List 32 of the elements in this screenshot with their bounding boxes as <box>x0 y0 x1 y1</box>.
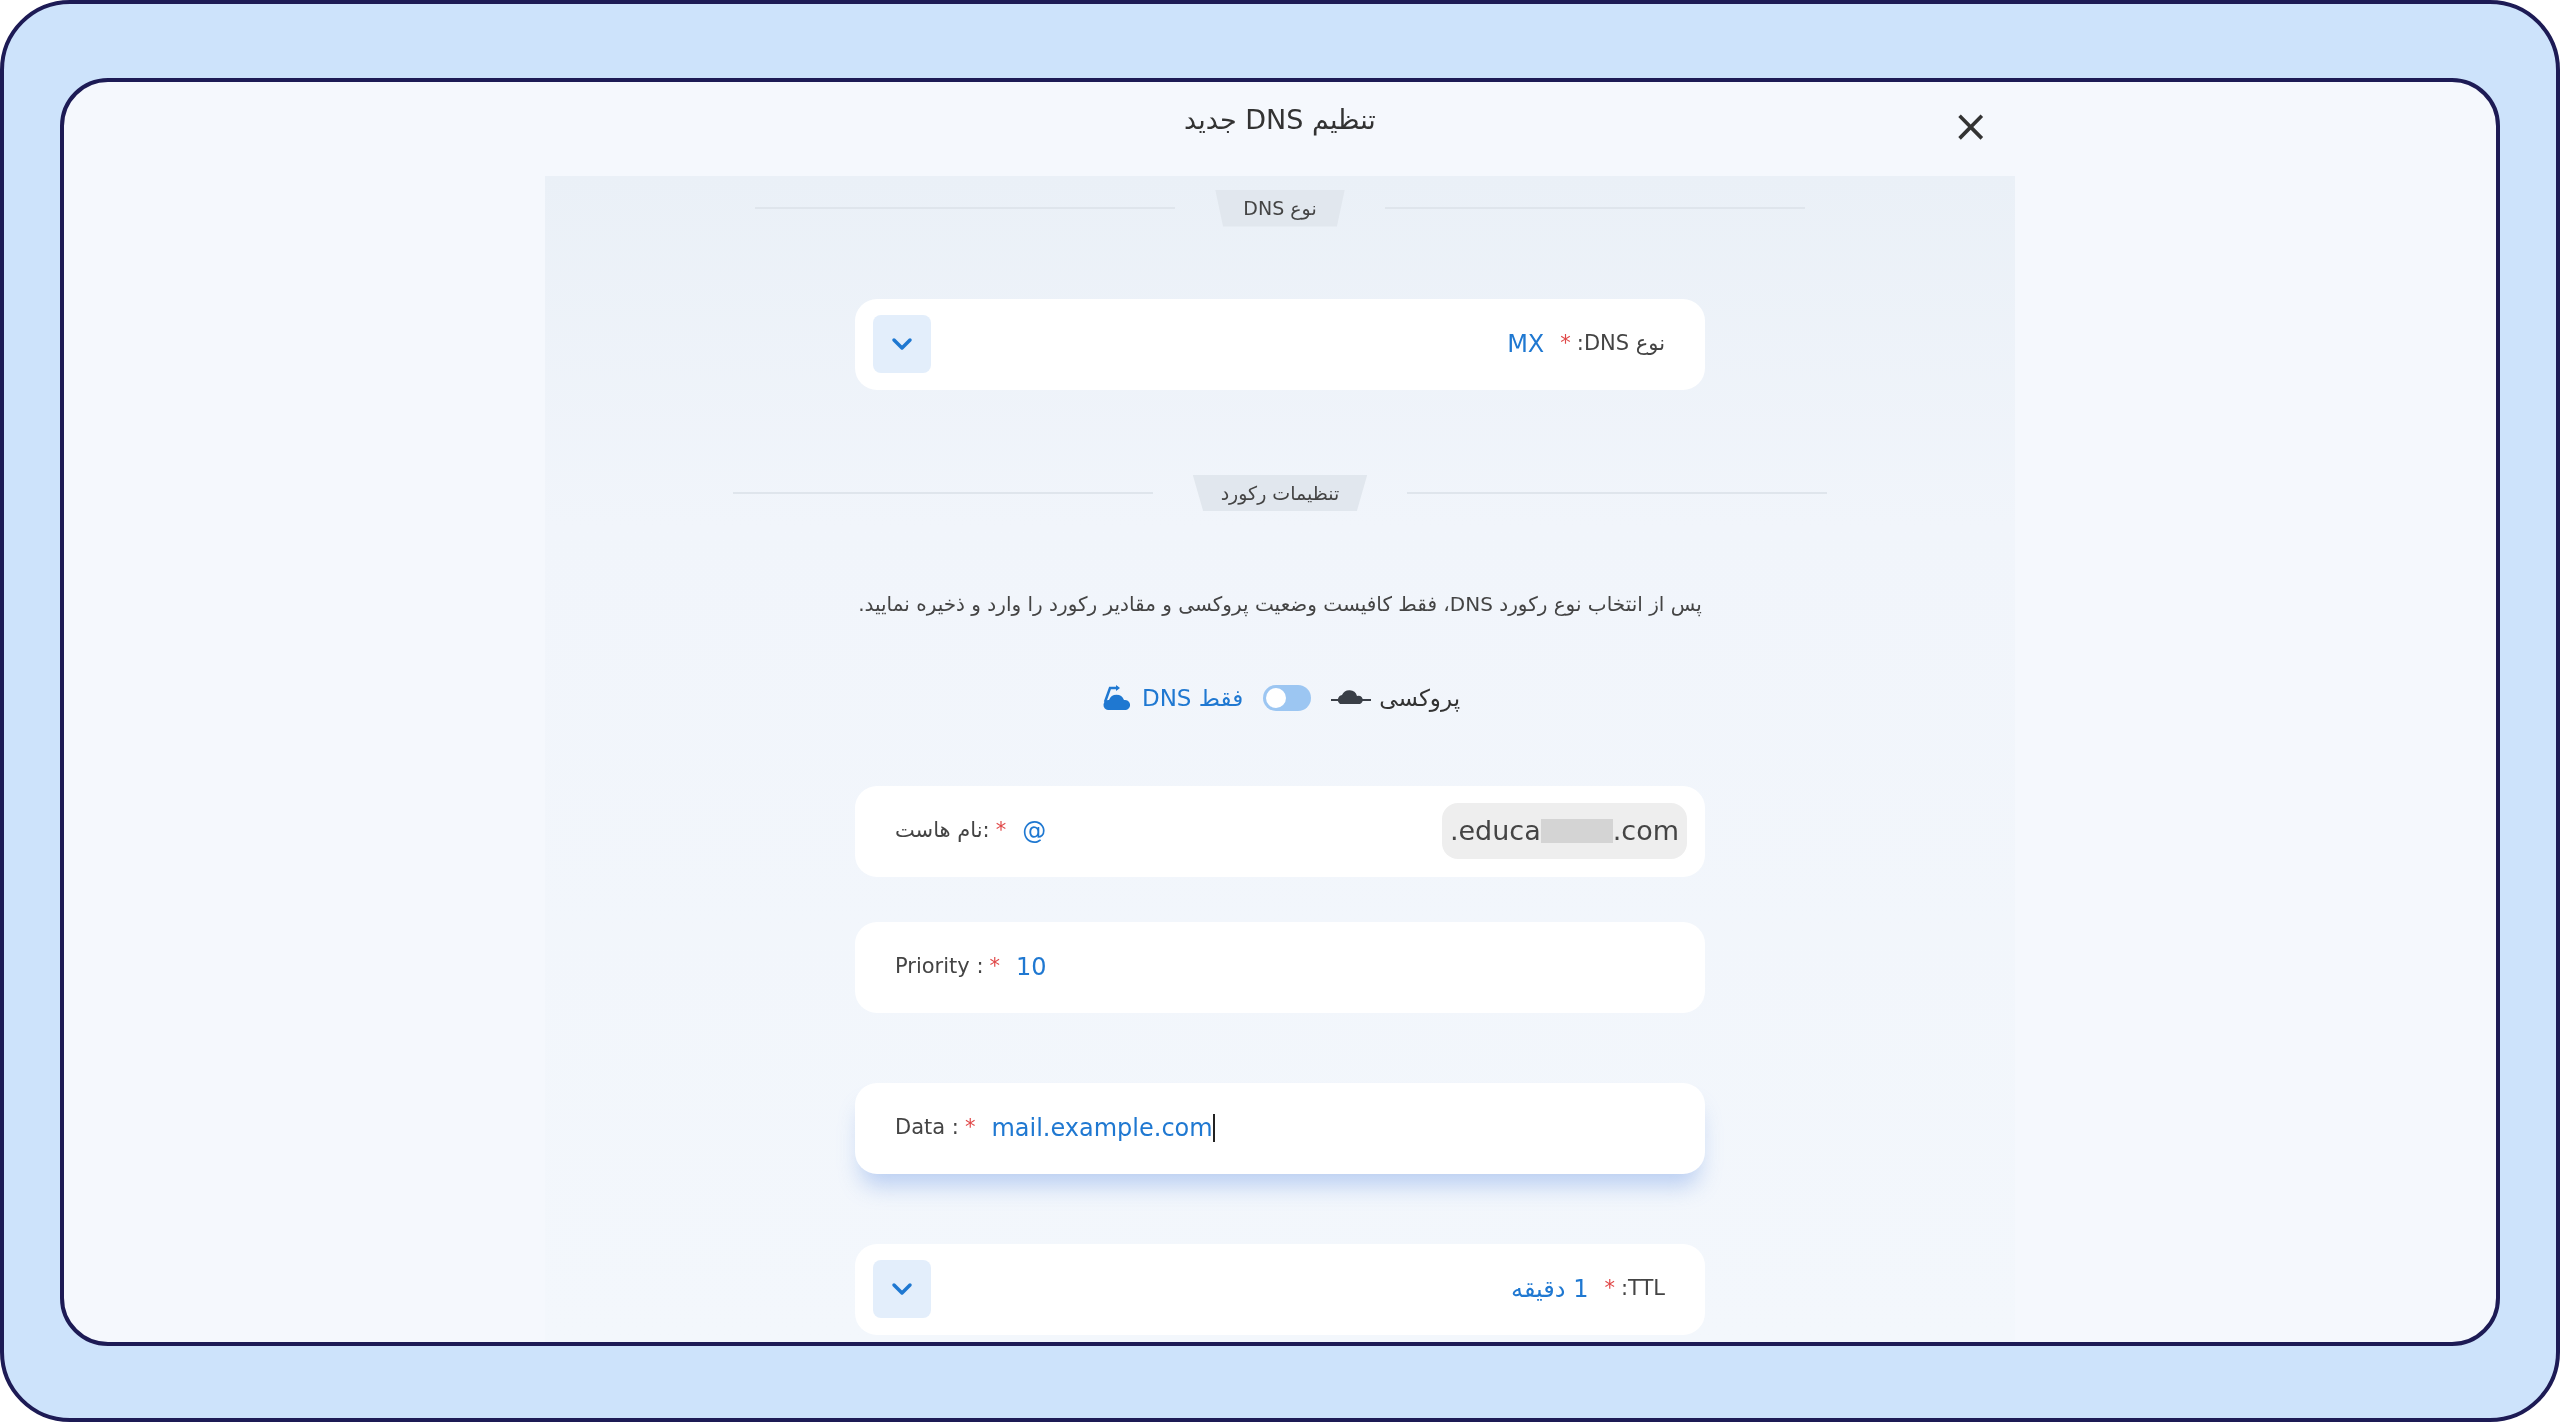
section-heading: تنظیمات رکورد <box>1192 474 1368 511</box>
toggle-switch[interactable] <box>1263 685 1312 712</box>
required-mark: * <box>1604 1275 1615 1303</box>
mode-label[interactable]: پروکسی <box>1379 681 1461 716</box>
required-mark: * <box>964 1114 976 1142</box>
required-mark: * <box>989 953 1000 981</box>
field-value: 10 <box>1016 952 1047 983</box>
dropdown-toggle[interactable] <box>873 315 931 373</box>
text-cursor <box>1212 1114 1215 1142</box>
form-field[interactable]: Data : * mail.example.com <box>855 1082 1705 1174</box>
chevron-down-icon <box>891 1282 913 1296</box>
required-mark: * <box>1560 330 1571 358</box>
required-mark: * <box>995 817 1007 845</box>
section-heading: نوع DNS <box>1215 190 1345 227</box>
domain-end-text: .com <box>1612 813 1679 848</box>
field-label: نوع DNS: <box>1576 330 1665 358</box>
dialog-title: تنظیم DNS جدید <box>1184 103 1376 138</box>
field-label: نام هاست: <box>895 817 990 845</box>
field-value: 1 دقیقه <box>1511 1274 1589 1305</box>
domain-start-text: .educa <box>1449 813 1541 848</box>
field-value: MX <box>1507 329 1545 360</box>
instruction-text: پس از انتخاب نوع رکورد DNS، فقط کافیست وضعیت پروکسی و مقادیر رکورد را وارد و ذخیره نمایید. <box>858 591 1702 619</box>
dropdown-toggle[interactable] <box>873 1260 931 1318</box>
mode-label[interactable]: فقط DNS <box>1141 681 1244 716</box>
field-value: @ <box>1022 816 1047 847</box>
field-label: Data : <box>895 1114 959 1142</box>
field-value: mail.example.com <box>991 1113 1213 1144</box>
field-label: TTL: <box>1620 1275 1665 1303</box>
chevron-down-icon <box>891 337 913 351</box>
field-label: Priority : <box>895 953 984 981</box>
form-field[interactable]: Priority : * 10 <box>855 921 1705 1013</box>
close-button[interactable]: × <box>1946 104 1995 148</box>
